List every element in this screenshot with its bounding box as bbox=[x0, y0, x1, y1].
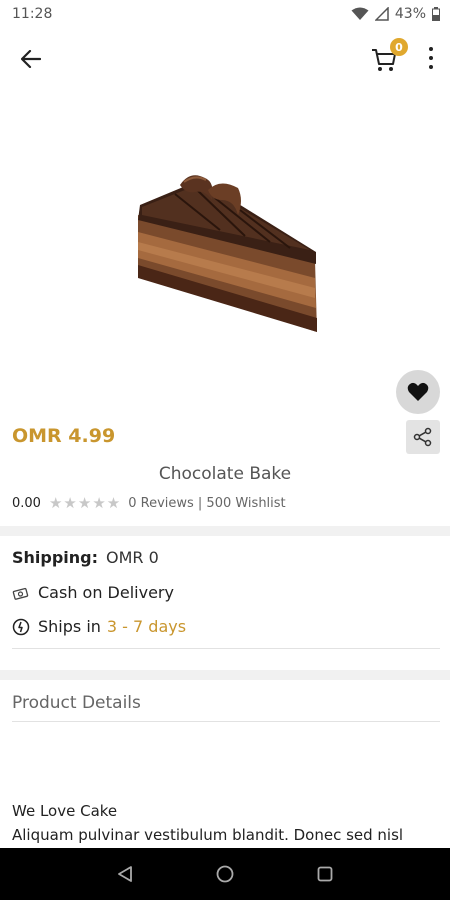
reviews-wishlist-count: 0 Reviews | 500 Wishlist bbox=[128, 496, 286, 511]
star-icon: ★ bbox=[106, 494, 121, 512]
rating-row: 0.00 ★ ★ ★ ★ ★ 0 Reviews | 500 Wishlist bbox=[12, 496, 286, 512]
section-divider bbox=[0, 670, 450, 680]
heart-icon bbox=[407, 382, 429, 401]
status-bar: 11:28 43% bbox=[0, 0, 450, 28]
cash-icon bbox=[12, 584, 30, 602]
nav-back-button[interactable] bbox=[114, 863, 136, 885]
star-icon: ★ bbox=[77, 494, 92, 512]
battery-icon bbox=[432, 7, 440, 21]
product-name: Chocolate Bake bbox=[158, 464, 292, 484]
status-time: 11:28 bbox=[12, 6, 53, 22]
ships-label: Ships in bbox=[38, 617, 101, 636]
description-text: Aliquam pulvinar vestibulum blandit. Don… bbox=[12, 826, 404, 844]
more-options-button[interactable] bbox=[424, 44, 438, 72]
shipping-value: OMR 0 bbox=[106, 548, 159, 567]
product-details-heading[interactable]: Product Details bbox=[12, 693, 141, 713]
cod-row: Cash on Delivery bbox=[12, 583, 174, 602]
system-nav-bar bbox=[0, 848, 450, 900]
triangle-back-icon bbox=[118, 866, 132, 882]
square-recents-icon bbox=[317, 866, 333, 882]
battery-percent: 43% bbox=[394, 6, 426, 22]
description-title: We Love Cake bbox=[12, 802, 118, 820]
cart-button[interactable]: 0 bbox=[370, 38, 408, 74]
ships-row: Ships in 3 - 7 days bbox=[12, 617, 186, 636]
circle-home-icon bbox=[216, 865, 234, 883]
clock-icon bbox=[12, 618, 30, 636]
wifi-icon bbox=[351, 7, 369, 20]
share-icon bbox=[413, 427, 432, 447]
more-vertical-icon bbox=[429, 47, 433, 51]
shipping-row: Shipping: OMR 0 bbox=[12, 548, 159, 567]
ships-days: 3 - 7 days bbox=[106, 617, 187, 636]
nav-home-button[interactable] bbox=[214, 863, 236, 885]
arrow-left-icon bbox=[21, 50, 41, 68]
status-icons: 43% bbox=[351, 6, 440, 22]
product-image bbox=[138, 175, 317, 332]
section-divider bbox=[0, 526, 450, 536]
shipping-label: Shipping: bbox=[12, 548, 99, 567]
back-button[interactable] bbox=[16, 44, 46, 74]
product-price: OMR 4.99 bbox=[12, 425, 116, 447]
star-rating: ★ ★ ★ ★ ★ bbox=[49, 496, 120, 511]
signal-icon bbox=[374, 7, 389, 21]
share-button[interactable] bbox=[406, 420, 440, 454]
divider-line bbox=[12, 648, 440, 649]
rating-value: 0.00 bbox=[12, 496, 41, 511]
star-icon: ★ bbox=[48, 494, 63, 512]
divider-line bbox=[12, 721, 440, 722]
cod-label: Cash on Delivery bbox=[38, 583, 174, 602]
app-bar: 0 bbox=[0, 30, 450, 86]
cart-count-badge: 0 bbox=[390, 38, 408, 56]
nav-recents-button[interactable] bbox=[314, 863, 336, 885]
star-icon: ★ bbox=[63, 494, 77, 512]
star-icon: ★ bbox=[92, 494, 106, 512]
wishlist-button[interactable] bbox=[396, 370, 440, 414]
